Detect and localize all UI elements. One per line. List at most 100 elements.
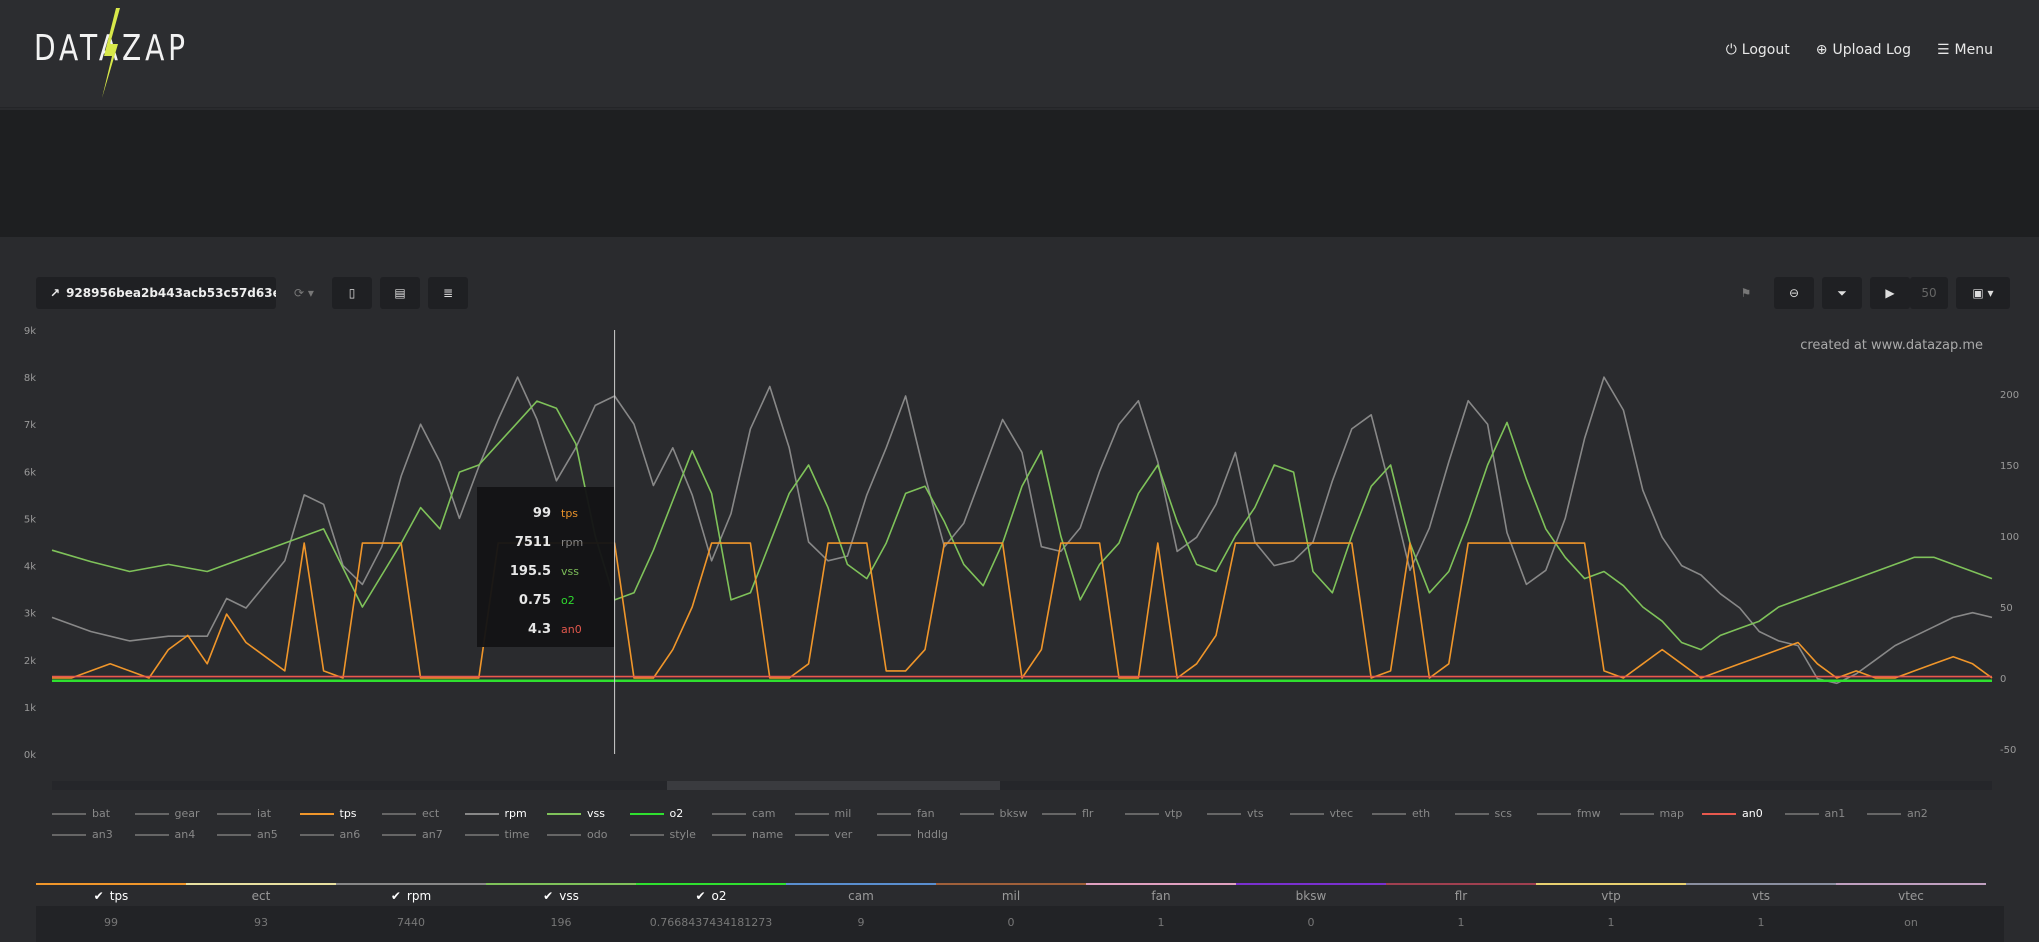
- legend-item-an0[interactable]: an0: [1702, 806, 1785, 821]
- column-header-tps[interactable]: ✔ tps: [36, 883, 186, 906]
- legend-item-an2[interactable]: an2: [1867, 806, 1950, 821]
- legend-item-rpm[interactable]: rpm: [464, 806, 548, 821]
- legend-item-style[interactable]: style: [629, 827, 713, 842]
- legend-label: name: [752, 828, 784, 841]
- legend-item-flr[interactable]: flr: [1042, 806, 1125, 821]
- legend-item-an3[interactable]: an3: [52, 827, 135, 842]
- column-header-flr[interactable]: flr: [1386, 883, 1536, 906]
- legend-swatch: [1207, 812, 1241, 815]
- column-header-cam[interactable]: cam: [786, 883, 936, 906]
- upload-log-button[interactable]: ⊕ Upload Log: [1816, 42, 1911, 58]
- legend-item-fan[interactable]: fan: [877, 806, 960, 821]
- legend-item-ect[interactable]: ect: [382, 806, 465, 821]
- column-label: fan: [1151, 888, 1171, 903]
- tools-dropdown-button[interactable]: ▣ ▾: [1956, 277, 2010, 309]
- column-header-fan[interactable]: fan: [1086, 883, 1236, 906]
- legend-swatch: [382, 812, 416, 815]
- legend-item-time[interactable]: time: [464, 827, 548, 842]
- legend-item-eth[interactable]: eth: [1372, 806, 1455, 821]
- legend-item-vts[interactable]: vts: [1207, 806, 1290, 821]
- legend-label: vts: [1247, 807, 1264, 820]
- y-right-tick-label: 50: [2000, 603, 2013, 614]
- legend-swatch: [1124, 812, 1159, 815]
- table-cell: 93: [254, 916, 268, 929]
- legend-item-hddlg[interactable]: hddlg: [877, 827, 960, 842]
- legend-swatch: [1454, 812, 1489, 815]
- legend-swatch: [712, 833, 746, 836]
- legend-item-an6[interactable]: an6: [299, 827, 383, 842]
- legend-item-vtp[interactable]: vtp: [1124, 806, 1208, 821]
- column-label: ect: [251, 888, 271, 903]
- column-header-mil[interactable]: mil: [936, 883, 1086, 906]
- legend-item-bksw[interactable]: bksw: [959, 806, 1043, 821]
- y-left-tick-label: 9k: [24, 326, 36, 337]
- flag-button[interactable]: ⚑: [1726, 277, 1766, 309]
- legend-label: eth: [1412, 807, 1431, 820]
- log-chart[interactable]: 0k 1k 2k 3k 4k 5k 6k 7k 8k 9k -50 0 50 100 150 200: [0, 320, 2039, 790]
- legend-item-mil[interactable]: mil: [794, 806, 878, 821]
- table-row: 99 93 7440 196 0.7668437434181273 9 0 1 0 1 1 1 on: [36, 916, 2004, 929]
- table-cell: 7440: [397, 916, 425, 929]
- table-cell: 0: [1007, 916, 1015, 929]
- legend-swatch: [794, 833, 829, 836]
- upload-icon: ⊕: [1815, 42, 1828, 58]
- legend-item-an5[interactable]: an5: [217, 827, 300, 842]
- column-header-rpm[interactable]: ✔ rpm: [336, 883, 486, 906]
- list-button[interactable]: ≣: [428, 277, 468, 309]
- zoom-button[interactable]: ⊖: [1774, 277, 1814, 309]
- legend-item-scs[interactable]: scs: [1454, 806, 1538, 821]
- table-cell: on: [1904, 916, 1918, 929]
- legend-item-odo[interactable]: odo: [547, 827, 630, 842]
- log-file-button[interactable]: ↗ 928956bea2b443acb53c57d63e75a...: [36, 277, 276, 309]
- legend-item-an1[interactable]: an1: [1784, 806, 1868, 821]
- tooltip-name: rpm: [561, 536, 584, 549]
- column-header-ect[interactable]: ect: [186, 883, 336, 906]
- logout-button[interactable]: ⏻ Logout: [1726, 42, 1790, 58]
- legend-label: scs: [1494, 807, 1513, 820]
- menu-button[interactable]: ☰ Menu: [1937, 42, 1993, 58]
- column-label: vtp: [1601, 888, 1621, 903]
- column-header-vtec[interactable]: vtec: [1836, 883, 1986, 906]
- playback-speed-input[interactable]: 50: [1910, 277, 1948, 309]
- legend-item-cam[interactable]: cam: [712, 806, 795, 821]
- layout-button[interactable]: ▤: [380, 277, 420, 309]
- legend-item-vtec[interactable]: vtec: [1289, 806, 1373, 821]
- chart-area[interactable]: 0k 1k 2k 3k 4k 5k 6k 7k 8k 9k -50 0 50 100 150 200: [0, 320, 2039, 790]
- legend-swatch: [877, 833, 911, 836]
- play-button[interactable]: ▶: [1870, 277, 1910, 309]
- column-label: vts: [1751, 888, 1771, 903]
- legend-item-iat[interactable]: iat: [217, 806, 300, 821]
- column-header-vss[interactable]: ✔ vss: [486, 883, 636, 906]
- column-label: mil: [1001, 888, 1021, 903]
- column-header-o2[interactable]: ✔ o2: [636, 883, 786, 906]
- legend-swatch: [464, 812, 499, 815]
- refresh-dropdown-button[interactable]: ⟳ ▾: [284, 277, 324, 309]
- column-header-bksw[interactable]: bksw: [1236, 883, 1386, 906]
- legend-item-an7[interactable]: an7: [382, 827, 465, 842]
- column-header-vtp[interactable]: vtp: [1536, 883, 1686, 906]
- legend-item-ver[interactable]: ver: [794, 827, 878, 842]
- value-tooltip: 99 tps 7511 rpm 195.5 vss 0.75 o2 4.3 an0: [477, 487, 614, 647]
- tooltip-value: 0.75: [518, 593, 551, 608]
- legend-item-gear[interactable]: gear: [134, 806, 218, 821]
- legend-item-tps[interactable]: tps: [299, 806, 383, 821]
- y-left-tick-label: 1k: [24, 703, 36, 714]
- filter-button[interactable]: ⏷: [1822, 277, 1862, 309]
- y-left-tick-label: 8k: [24, 373, 36, 384]
- legend-item-map[interactable]: map: [1619, 806, 1703, 821]
- legend-item-bat[interactable]: bat: [52, 806, 135, 821]
- legend-label: time: [504, 828, 530, 841]
- legend-label: bat: [92, 807, 111, 820]
- file-button[interactable]: ▯: [332, 277, 372, 309]
- legend-item-vss[interactable]: vss: [547, 806, 630, 821]
- legend-item-an4[interactable]: an4: [134, 827, 218, 842]
- legend-item-name[interactable]: name: [712, 827, 795, 842]
- y-left-tick-label: 3k: [24, 609, 36, 620]
- column-header-vts[interactable]: vts: [1686, 883, 1836, 906]
- chart-scrollbar[interactable]: [52, 781, 1992, 790]
- legend-item-o2[interactable]: o2: [629, 806, 713, 821]
- series-legend: bat gear iat tps ect rpm vss o2 cam mil fan bksw flr…: [52, 806, 2002, 842]
- legend-swatch: [629, 833, 664, 836]
- scrollbar-thumb[interactable]: [667, 781, 1000, 790]
- legend-item-fmw[interactable]: fmw: [1537, 806, 1620, 821]
